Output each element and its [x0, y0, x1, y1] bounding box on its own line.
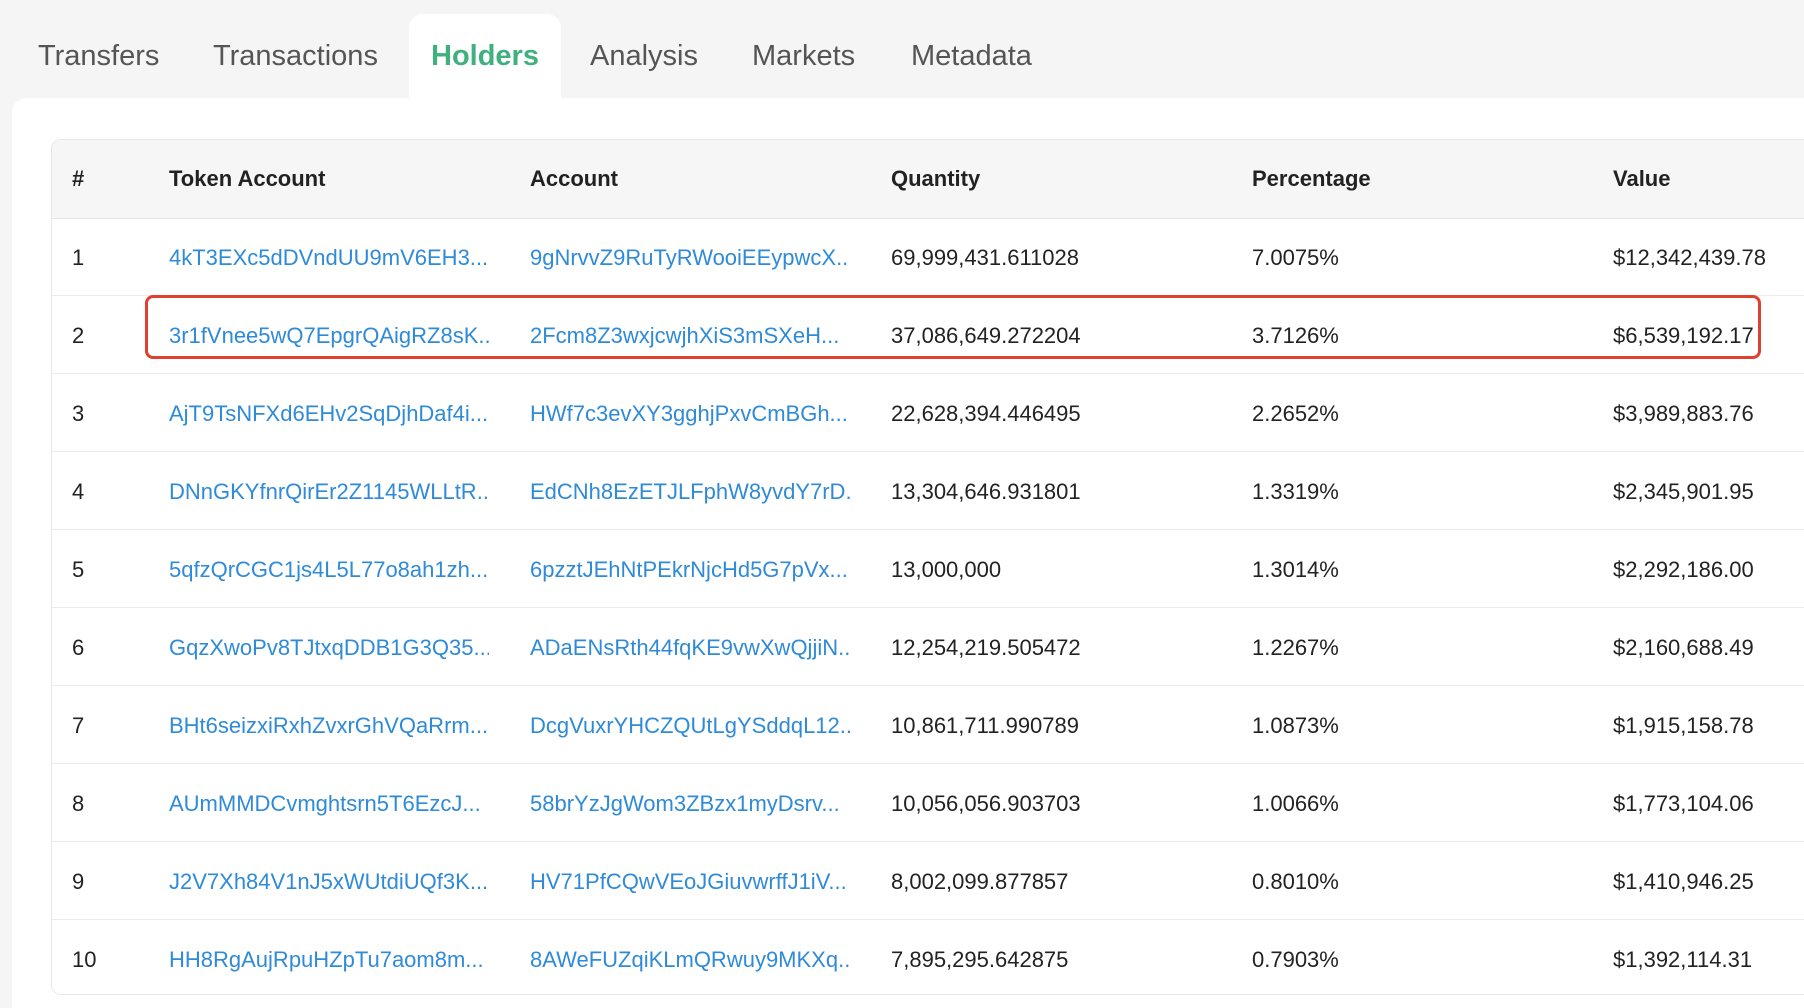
rank-cell: 5: [72, 557, 85, 582]
quantity-cell: 12,254,219.505472: [891, 635, 1081, 660]
value-cell: $2,345,901.95: [1613, 479, 1754, 504]
percentage-cell: 1.0066%: [1252, 791, 1339, 816]
value-cell: $1,915,158.78: [1613, 713, 1754, 738]
rank-cell: 1: [72, 245, 85, 270]
value-cell: $12,342,439.78: [1613, 245, 1766, 270]
column-header-account: Account: [530, 166, 618, 191]
value-cell: $2,160,688.49: [1613, 635, 1754, 660]
rank-cell: 9: [72, 869, 85, 894]
quantity-cell: 8,002,099.877857: [891, 869, 1069, 894]
percentage-cell: 7.0075%: [1252, 245, 1339, 270]
percentage-cell: 0.8010%: [1252, 869, 1339, 894]
quantity-cell: 37,086,649.272204: [891, 323, 1081, 348]
table-header: # Token Account Account Quantity Percent…: [52, 140, 1804, 219]
table-row: 3 AjT9TsNFXd6EHv2SqDjhDaf4i... HWf7c3evX…: [52, 375, 1804, 452]
account-link[interactable]: 8AWeFUZqiKLmQRwuy9MKXq...: [530, 921, 850, 994]
tab-holders[interactable]: Holders: [409, 14, 561, 100]
token-account-link[interactable]: GqzXwoPv8TJtxqDDB1G3Q35...: [169, 609, 489, 686]
token-account-link[interactable]: DNnGKYfnrQirEr2Z1145WLLtR...: [169, 453, 489, 530]
account-link[interactable]: 2Fcm8Z3wxjcwjhXiS3mSXeH...: [530, 297, 850, 374]
quantity-cell: 13,304,646.931801: [891, 479, 1081, 504]
value-cell: $1,773,104.06: [1613, 791, 1754, 816]
table-row: 1 4kT3EXc5dDVndUU9mV6EH3... 9gNrvvZ9RuTy…: [52, 219, 1804, 296]
token-account-link[interactable]: 4kT3EXc5dDVndUU9mV6EH3...: [169, 219, 489, 296]
quantity-cell: 7,895,295.642875: [891, 947, 1069, 972]
table-row: 6 GqzXwoPv8TJtxqDDB1G3Q35... ADaENsRth44…: [52, 609, 1804, 686]
token-account-link[interactable]: 3r1fVnee5wQ7EpgrQAigRZ8sK...: [169, 297, 489, 374]
value-cell: $2,292,186.00: [1613, 557, 1754, 582]
rank-cell: 7: [72, 713, 85, 738]
percentage-cell: 0.7903%: [1252, 947, 1339, 972]
account-link[interactable]: 58brYzJgWom3ZBzx1myDsrv...: [530, 765, 850, 842]
token-account-link[interactable]: J2V7Xh84V1nJ5xWUtdiUQf3K...: [169, 843, 489, 920]
column-header-value: Value: [1613, 166, 1671, 191]
token-account-link[interactable]: AUmMMDCvmghtsrn5T6EzcJ...: [169, 765, 489, 842]
percentage-cell: 3.7126%: [1252, 323, 1339, 348]
token-account-link[interactable]: AjT9TsNFXd6EHv2SqDjhDaf4i...: [169, 375, 489, 452]
rank-cell: 2: [72, 323, 85, 348]
percentage-cell: 1.2267%: [1252, 635, 1339, 660]
value-cell: $3,989,883.76: [1613, 401, 1754, 426]
rank-cell: 4: [72, 479, 85, 504]
account-link[interactable]: 6pzztJEhNtPEkrNjcHd5G7pVx...: [530, 531, 850, 608]
table-row: 10 HH8RgAujRpuHZpTu7aom8m... 8AWeFUZqiKL…: [52, 921, 1804, 994]
table-row: 7 BHt6seizxiRxhZvxrGhVQaRrm... DcgVuxrYH…: [52, 687, 1804, 764]
token-account-link[interactable]: 5qfzQrCGC1js4L5L77o8ah1zh...: [169, 531, 489, 608]
account-link[interactable]: DcgVuxrYHCZQUtLgYSddqL12...: [530, 687, 850, 764]
token-account-link[interactable]: HH8RgAujRpuHZpTu7aom8m...: [169, 921, 489, 994]
table-row: 2 3r1fVnee5wQ7EpgrQAigRZ8sK... 2Fcm8Z3wx…: [52, 297, 1804, 374]
value-cell: $1,410,946.25: [1613, 869, 1754, 894]
token-account-link[interactable]: BHt6seizxiRxhZvxrGhVQaRrm...: [169, 687, 489, 764]
tab-markets[interactable]: Markets: [752, 14, 855, 100]
column-header-quantity: Quantity: [891, 166, 981, 191]
rank-cell: 10: [72, 947, 97, 972]
rank-cell: 6: [72, 635, 85, 660]
tab-analysis[interactable]: Analysis: [590, 14, 698, 100]
quantity-cell: 22,628,394.446495: [891, 401, 1081, 426]
column-header-rank: #: [72, 166, 85, 191]
account-link[interactable]: HV71PfCQwVEoJGiuvwrffJ1iV...: [530, 843, 850, 920]
quantity-cell: 10,056,056.903703: [891, 791, 1081, 816]
tab-transfers[interactable]: Transfers: [38, 14, 159, 100]
value-cell: $1,392,114.31: [1613, 947, 1753, 972]
rank-cell: 8: [72, 791, 85, 816]
column-header-token-account: Token Account: [169, 166, 326, 191]
tab-transactions[interactable]: Transactions: [213, 14, 378, 100]
holders-table: # Token Account Account Quantity Percent…: [51, 139, 1804, 995]
table-row: 8 AUmMMDCvmghtsrn5T6EzcJ... 58brYzJgWom3…: [52, 765, 1804, 842]
table-row: 4 DNnGKYfnrQirEr2Z1145WLLtR... EdCNh8EzE…: [52, 453, 1804, 530]
table-row: 5 5qfzQrCGC1js4L5L77o8ah1zh... 6pzztJEhN…: [52, 531, 1804, 608]
quantity-cell: 13,000,000: [891, 557, 1002, 582]
rank-cell: 3: [72, 401, 85, 426]
account-link[interactable]: EdCNh8EzETJLFphW8yvdY7rD...: [530, 453, 850, 530]
account-link[interactable]: HWf7c3evXY3gghjPxvCmBGh...: [530, 375, 850, 452]
table-row: 9 J2V7Xh84V1nJ5xWUtdiUQf3K... HV71PfCQwV…: [52, 843, 1804, 920]
value-cell: $6,539,192.17: [1613, 323, 1754, 348]
percentage-cell: 1.3014%: [1252, 557, 1339, 582]
percentage-cell: 1.0873%: [1252, 713, 1339, 738]
percentage-cell: 1.3319%: [1252, 479, 1339, 504]
column-header-percentage: Percentage: [1252, 166, 1371, 191]
quantity-cell: 10,861,711.990789: [891, 713, 1079, 738]
account-link[interactable]: ADaENsRth44fqKE9vwXwQjjiN...: [530, 609, 850, 686]
percentage-cell: 2.2652%: [1252, 401, 1339, 426]
quantity-cell: 69,999,431.611028: [891, 245, 1079, 270]
tab-bar: Transfers Transactions Holders Analysis …: [0, 0, 1804, 100]
tab-metadata[interactable]: Metadata: [911, 14, 1032, 100]
account-link[interactable]: 9gNrvvZ9RuTyRWooiEEypwcX...: [530, 219, 850, 296]
